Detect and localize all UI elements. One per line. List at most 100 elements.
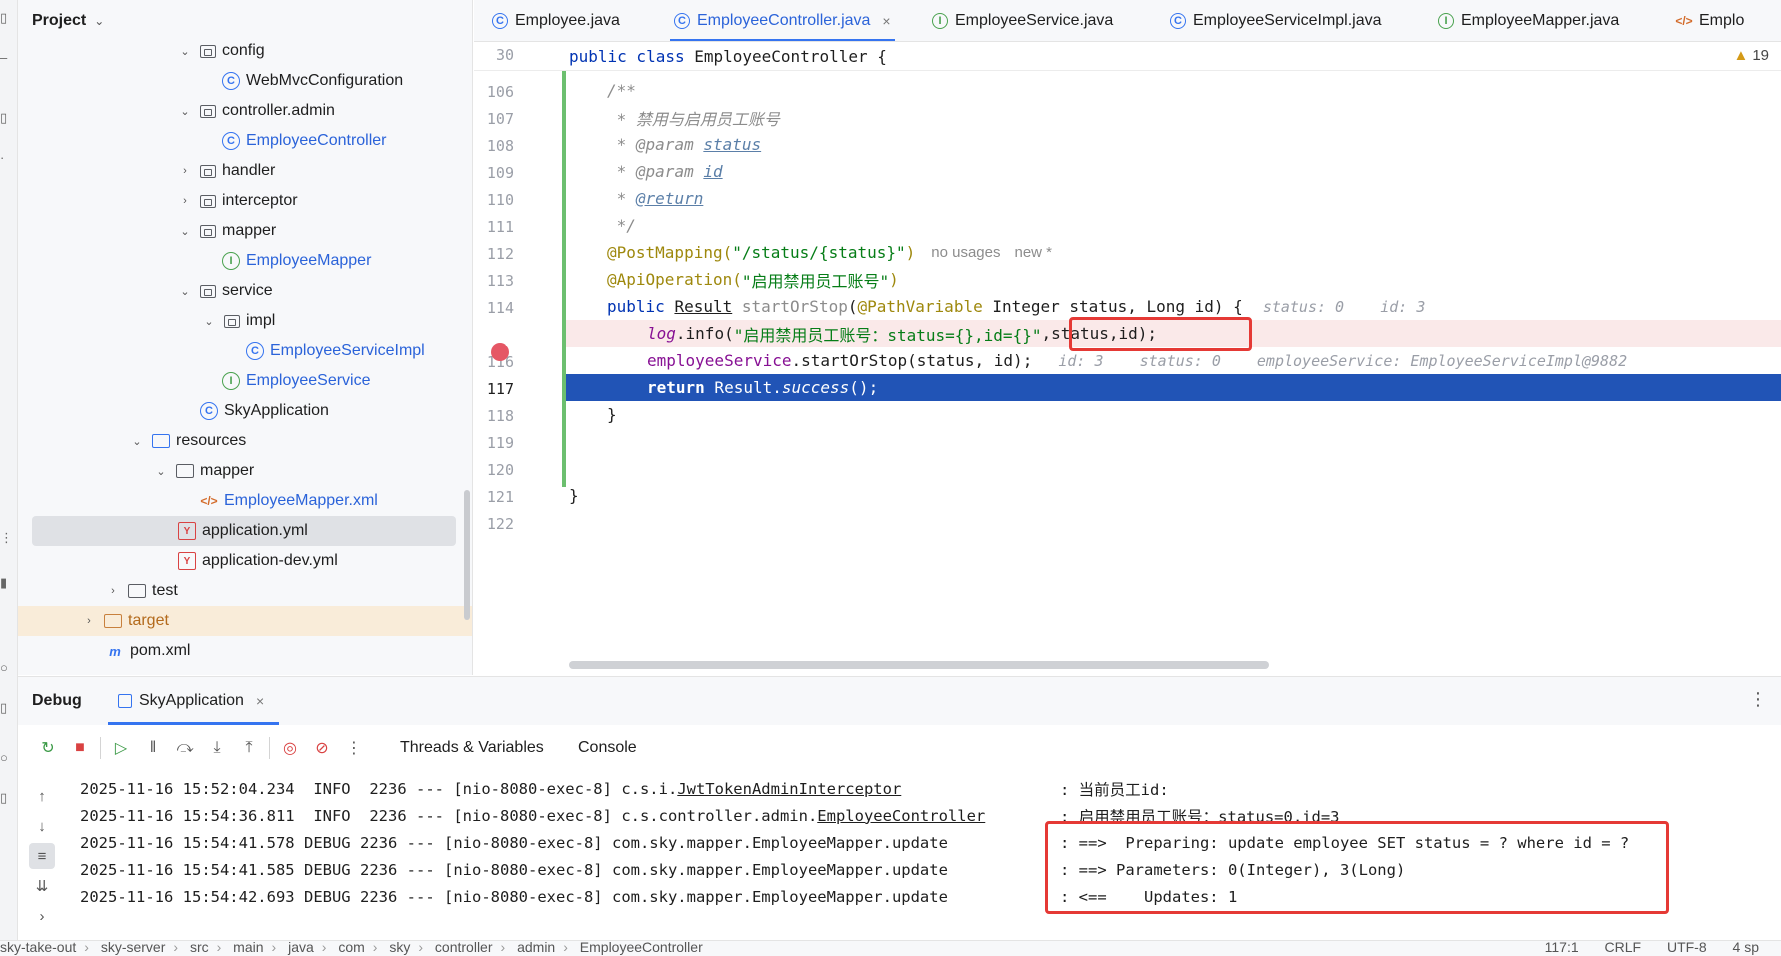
close-icon[interactable]: × <box>882 13 890 29</box>
chevron-right-icon[interactable]: › <box>106 585 120 597</box>
breadcrumb-item[interactable]: controller <box>435 941 493 955</box>
tab-employeeserviceimpl-java[interactable]: C EmployeeServiceImpl.java <box>1170 0 1382 41</box>
mute-breakpoints-icon[interactable]: ⊘ <box>306 733 338 763</box>
chevron-down-icon[interactable]: ⌄ <box>154 465 168 478</box>
code-line-108: * @param status <box>569 131 1781 158</box>
tree-row-mapper[interactable]: ⌄ mapper <box>18 216 472 246</box>
debug-session-tab[interactable]: SkyApplication × <box>107 677 280 725</box>
scroll-up-icon[interactable]: ↑ <box>29 783 55 809</box>
tree-label: EmployeeService <box>246 372 371 389</box>
line-ending[interactable]: CRLF <box>1605 941 1642 955</box>
step-into-icon[interactable]: ⤓ <box>201 733 233 763</box>
chevron-down-icon[interactable]: ⌄ <box>130 435 144 448</box>
scroll-down-icon[interactable]: ↓ <box>29 813 55 839</box>
tree-row-skyapplication[interactable]: C SkyApplication <box>18 396 472 426</box>
more-actions-icon[interactable]: ⋮ <box>338 733 370 763</box>
breadcrumb-item[interactable]: main <box>233 941 263 955</box>
indent-setting[interactable]: 4 sp <box>1733 941 1759 955</box>
tree-row-controller-admin[interactable]: ⌄ controller.admin <box>18 96 472 126</box>
close-icon[interactable]: × <box>256 693 264 709</box>
caret-position[interactable]: 117:1 <box>1545 941 1579 955</box>
chevron-right-icon[interactable]: › <box>82 615 96 627</box>
tree-row-employeeservice[interactable]: I EmployeeService <box>18 366 472 396</box>
tool-icon[interactable]: ▯ <box>0 700 10 718</box>
tab-console[interactable]: Console <box>578 725 637 771</box>
tab-employee-java[interactable]: C Employee.java <box>492 0 620 41</box>
tree-row-impl[interactable]: ⌄ impl <box>18 306 472 336</box>
tool-icon[interactable]: ▯ <box>0 790 10 808</box>
usages-hint[interactable]: no usages <box>931 244 1000 261</box>
more-tools-icon[interactable]: ⋮ <box>0 530 13 548</box>
tree-row-application-yml[interactable]: Yapplication.yml <box>32 516 456 546</box>
project-header[interactable]: Project ⌄ <box>18 0 472 42</box>
structure-tool-icon[interactable]: ▯ <box>0 110 10 128</box>
view-breakpoints-icon[interactable]: ◎ <box>274 733 306 763</box>
log-logger-link[interactable]: JwtTokenAdminInterceptor <box>677 780 901 798</box>
chevron-down-icon[interactable]: ⌄ <box>202 315 216 328</box>
more-options-icon[interactable]: ⋮ <box>1749 689 1767 710</box>
code-editor[interactable]: 30 public class EmployeeController { ▲ 19… <box>474 43 1781 675</box>
file-encoding[interactable]: UTF-8 <box>1667 941 1707 955</box>
tree-row-handler[interactable]: › handler <box>18 156 472 186</box>
editor-horizontal-scrollbar[interactable] <box>569 661 1269 669</box>
chevron-down-icon[interactable]: ⌄ <box>94 14 104 28</box>
tab-threads-variables[interactable]: Threads & Variables <box>400 725 544 771</box>
chevron-right-icon[interactable]: › <box>178 195 192 207</box>
breadcrumb-item[interactable]: admin <box>517 941 555 955</box>
tree-row-service[interactable]: ⌄ service <box>18 276 472 306</box>
breakpoint-icon[interactable] <box>491 337 513 361</box>
author-hint[interactable]: new * <box>1015 244 1053 261</box>
tree-row-webmvcconfiguration[interactable]: C WebMvcConfiguration <box>18 66 472 96</box>
warning-counter[interactable]: ▲ 19 <box>1733 47 1769 64</box>
tree-row-target[interactable]: › target <box>18 606 472 636</box>
tree-row-application-dev-yml[interactable]: Yapplication-dev.yml <box>18 546 472 576</box>
tree-row-resources-mapper[interactable]: ⌄ mapper <box>18 456 472 486</box>
vcs-change-marker[interactable] <box>562 71 566 487</box>
tab-employeemapper-java[interactable]: I EmployeeMapper.java <box>1438 0 1619 41</box>
scroll-to-end-icon[interactable]: ⇊ <box>29 873 55 899</box>
console-output[interactable]: 2025-11-16 15:52:04.234 INFO 2236 --- [n… <box>80 771 1781 941</box>
breadcrumb-item[interactable]: java <box>288 941 314 955</box>
tree-row-employeeserviceimpl[interactable]: C EmployeeServiceImpl <box>18 336 472 366</box>
chevron-down-icon[interactable]: ⌄ <box>178 225 192 238</box>
tree-row-test[interactable]: › test <box>18 576 472 606</box>
tool-icon[interactable]: · <box>0 150 10 168</box>
chevron-down-icon[interactable]: ⌄ <box>178 285 192 298</box>
breadcrumb-item[interactable]: src <box>190 941 209 955</box>
log-logger-link[interactable]: EmployeeController <box>817 807 985 825</box>
tool-icon[interactable]: ○ <box>0 750 10 768</box>
rerun-icon[interactable]: ↻ <box>32 733 64 763</box>
tab-emplo-xml[interactable]: </> Emplo <box>1675 0 1744 41</box>
tree-row-employeemapper-xml[interactable]: </> EmployeeMapper.xml <box>18 486 472 516</box>
soft-wrap-icon[interactable]: ≡ <box>29 843 55 869</box>
tab-employeeservice-java[interactable]: I EmployeeService.java <box>932 0 1113 41</box>
breadcrumb-item[interactable]: EmployeeController <box>580 941 703 955</box>
step-over-icon[interactable]: ⤼ <box>169 733 201 763</box>
tree-row-employeemapper[interactable]: I EmployeeMapper <box>18 246 472 276</box>
chevron-down-icon[interactable]: ⌄ <box>178 45 192 58</box>
breadcrumb-item[interactable]: sky-server <box>101 941 166 955</box>
debug-tool-icon[interactable]: ▮ <box>0 575 10 593</box>
tree-row-resources[interactable]: ⌄ resources <box>18 426 472 456</box>
tool-icon[interactable]: ○ <box>0 660 10 678</box>
breadcrumb-item[interactable]: com <box>338 941 364 955</box>
chevron-right-icon[interactable]: › <box>178 165 192 177</box>
project-scrollbar[interactable] <box>464 490 470 620</box>
expand-icon[interactable]: › <box>29 903 55 929</box>
tool-icon[interactable]: – <box>0 50 10 68</box>
code-token: /** <box>607 81 636 100</box>
breadcrumb-item[interactable]: sky-take-out <box>0 941 76 955</box>
breadcrumb-item[interactable]: sky <box>389 941 410 955</box>
pause-icon[interactable]: ‖ <box>137 733 169 763</box>
tree-row-employeecontroller[interactable]: C EmployeeController <box>18 126 472 156</box>
line-number-gutter[interactable]: 106 107 108 109 110 111 112 113 114 116 … <box>474 43 562 675</box>
project-tool-icon[interactable]: ▯ <box>0 10 10 28</box>
stop-icon[interactable]: ■ <box>64 733 96 763</box>
resume-icon[interactable]: ▷ <box>105 733 137 763</box>
chevron-down-icon[interactable]: ⌄ <box>178 105 192 118</box>
tree-row-pom-xml[interactable]: m pom.xml <box>18 636 472 666</box>
tree-row-interceptor[interactable]: › interceptor <box>18 186 472 216</box>
tab-employeecontroller-java[interactable]: C EmployeeController.java × <box>670 0 895 41</box>
step-out-icon[interactable]: ⤒ <box>233 733 265 763</box>
tab-label: EmployeeController.java <box>697 12 871 29</box>
